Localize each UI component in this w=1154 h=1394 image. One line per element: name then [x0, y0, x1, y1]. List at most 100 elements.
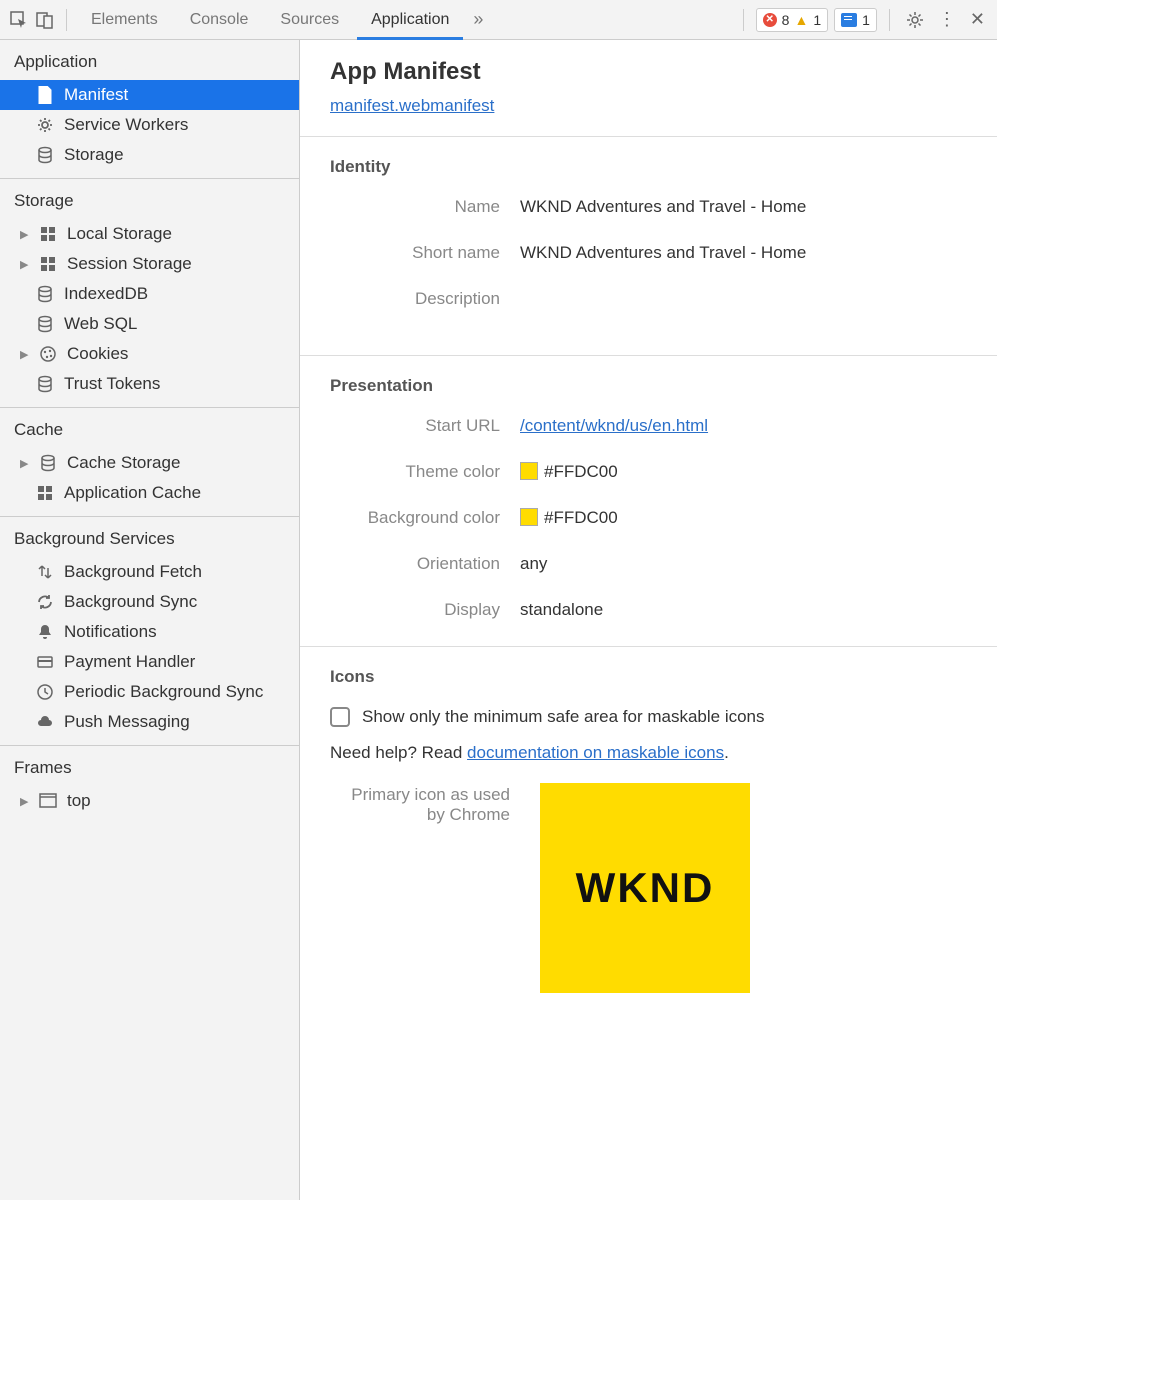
- error-icon: ✕: [763, 13, 777, 27]
- grid-icon: [39, 255, 57, 273]
- checkbox-label: Show only the minimum safe area for mask…: [362, 707, 765, 727]
- expand-icon[interactable]: ▶: [20, 258, 29, 271]
- color-swatch: [520, 508, 538, 526]
- frame-icon: [39, 792, 57, 810]
- primary-icon-preview: WKND: [540, 783, 750, 993]
- sidebar-item-periodic-sync[interactable]: Periodic Background Sync: [0, 677, 299, 707]
- cloud-icon: [36, 713, 54, 731]
- file-icon: [36, 86, 54, 104]
- updown-icon: [36, 563, 54, 581]
- field-label-display: Display: [330, 600, 520, 620]
- section-presentation: Presentation Start URL /content/wknd/us/…: [300, 355, 997, 646]
- field-label-description: Description: [330, 289, 520, 309]
- field-value-name: WKND Adventures and Travel - Home: [520, 197, 806, 217]
- group-frames: Frames: [0, 746, 299, 786]
- sidebar-item-background-fetch[interactable]: Background Fetch: [0, 557, 299, 587]
- more-tabs-icon[interactable]: »: [467, 9, 489, 31]
- sidebar-item-label: Service Workers: [64, 115, 188, 135]
- primary-icon-label: Primary icon as used by Chrome: [330, 783, 520, 825]
- clock-icon: [36, 683, 54, 701]
- sidebar-item-top-frame[interactable]: ▶ top: [0, 786, 299, 816]
- settings-icon[interactable]: [902, 7, 928, 33]
- card-icon: [36, 653, 54, 671]
- device-toggle-icon[interactable]: [34, 9, 56, 31]
- tab-elements[interactable]: Elements: [77, 0, 172, 40]
- group-background-services: Background Services: [0, 517, 299, 557]
- maskable-checkbox[interactable]: [330, 707, 350, 727]
- sidebar-item-label: Cache Storage: [67, 453, 180, 473]
- sidebar-item-service-workers[interactable]: Service Workers: [0, 110, 299, 140]
- sidebar-item-background-sync[interactable]: Background Sync: [0, 587, 299, 617]
- field-value-display: standalone: [520, 600, 603, 620]
- sidebar-item-storage[interactable]: Storage: [0, 140, 299, 170]
- close-icon[interactable]: ✕: [966, 5, 989, 34]
- sidebar-item-label: top: [67, 791, 91, 811]
- sidebar-item-label: Trust Tokens: [64, 374, 160, 394]
- page-title: App Manifest: [300, 58, 997, 96]
- tab-application[interactable]: Application: [357, 0, 463, 40]
- field-value-shortname: WKND Adventures and Travel - Home: [520, 243, 806, 263]
- database-icon: [36, 285, 54, 303]
- section-icons: Icons Show only the minimum safe area fo…: [300, 646, 997, 1013]
- sidebar-item-push-messaging[interactable]: Push Messaging: [0, 707, 299, 737]
- database-icon: [36, 315, 54, 333]
- message-count-pill[interactable]: 1: [834, 8, 877, 32]
- sidebar-item-application-cache[interactable]: Application Cache: [0, 478, 299, 508]
- warning-icon: ▲: [794, 12, 808, 28]
- field-label-shortname: Short name: [330, 243, 520, 263]
- sidebar-item-label: Cookies: [67, 344, 128, 364]
- separator: [889, 9, 890, 31]
- color-swatch: [520, 462, 538, 480]
- sidebar-item-cookies[interactable]: ▶ Cookies: [0, 339, 299, 369]
- manifest-link[interactable]: manifest.webmanifest: [300, 96, 494, 136]
- sidebar-item-manifest[interactable]: Manifest: [0, 80, 299, 110]
- field-value-bg: #FFDC00: [520, 508, 618, 528]
- group-cache: Cache: [0, 408, 299, 448]
- sidebar-item-cache-storage[interactable]: ▶ Cache Storage: [0, 448, 299, 478]
- sidebar-item-notifications[interactable]: Notifications: [0, 617, 299, 647]
- help-text: Need help? Read documentation on maskabl…: [330, 743, 967, 763]
- field-label-name: Name: [330, 197, 520, 217]
- kebab-menu-icon[interactable]: ⋮: [934, 5, 960, 34]
- field-label-orientation: Orientation: [330, 554, 520, 574]
- message-icon: [841, 13, 857, 27]
- sidebar-item-label: Notifications: [64, 622, 157, 642]
- tab-console[interactable]: Console: [176, 0, 263, 40]
- error-count-pill[interactable]: ✕ 8 ▲ 1: [756, 8, 828, 32]
- sidebar-item-label: IndexedDB: [64, 284, 148, 304]
- field-label-bg: Background color: [330, 508, 520, 528]
- expand-icon[interactable]: ▶: [20, 795, 29, 808]
- field-label-theme: Theme color: [330, 462, 520, 482]
- sidebar-item-local-storage[interactable]: ▶ Local Storage: [0, 219, 299, 249]
- bell-icon: [36, 623, 54, 641]
- field-value-orientation: any: [520, 554, 547, 574]
- help-link[interactable]: documentation on maskable icons: [467, 743, 724, 762]
- separator: [66, 9, 67, 31]
- grid-icon: [36, 484, 54, 502]
- inspect-icon[interactable]: [8, 9, 30, 31]
- separator: [743, 9, 744, 31]
- tab-sources[interactable]: Sources: [266, 0, 353, 40]
- sidebar-item-label: Push Messaging: [64, 712, 190, 732]
- group-storage: Storage: [0, 179, 299, 219]
- sidebar-item-indexeddb[interactable]: IndexedDB: [0, 279, 299, 309]
- sidebar-item-session-storage[interactable]: ▶ Session Storage: [0, 249, 299, 279]
- sidebar-item-label: Local Storage: [67, 224, 172, 244]
- expand-icon[interactable]: ▶: [20, 348, 29, 361]
- field-value-theme: #FFDC00: [520, 462, 618, 482]
- section-title: Icons: [330, 667, 967, 687]
- sidebar-item-label: Web SQL: [64, 314, 137, 334]
- expand-icon[interactable]: ▶: [20, 457, 29, 470]
- database-icon: [39, 454, 57, 472]
- section-identity: Identity Name WKND Adventures and Travel…: [300, 136, 997, 355]
- devtools-toolbar: Elements Console Sources Application » ✕…: [0, 0, 997, 40]
- sidebar-item-label: Payment Handler: [64, 652, 195, 672]
- section-title: Identity: [330, 157, 967, 177]
- sidebar-item-trust-tokens[interactable]: Trust Tokens: [0, 369, 299, 399]
- sidebar-item-payment-handler[interactable]: Payment Handler: [0, 647, 299, 677]
- field-value-starturl[interactable]: /content/wknd/us/en.html: [520, 416, 708, 436]
- expand-icon[interactable]: ▶: [20, 228, 29, 241]
- grid-icon: [39, 225, 57, 243]
- section-title: Presentation: [330, 376, 967, 396]
- sidebar-item-websql[interactable]: Web SQL: [0, 309, 299, 339]
